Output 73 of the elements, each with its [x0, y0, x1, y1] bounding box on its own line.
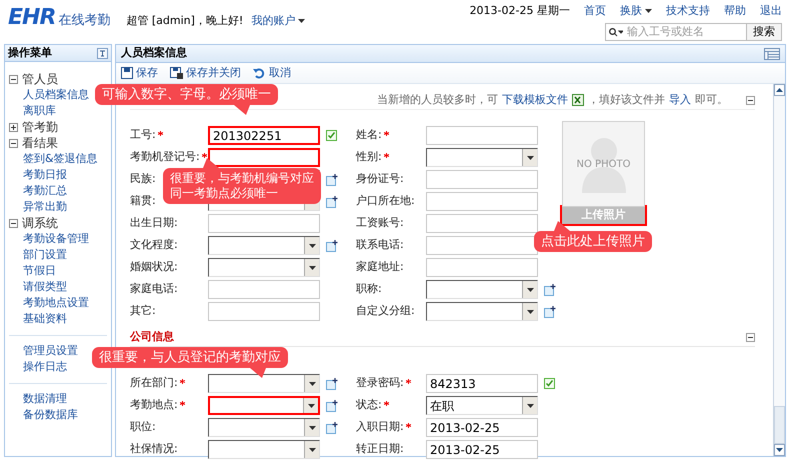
field-label: 职称: [356, 281, 382, 298]
toolbar-button[interactable]: 保存 [121, 64, 158, 82]
callout-tooltip: 点击此处上传照片 [534, 221, 652, 252]
field-label: 性别: [356, 149, 382, 166]
callout-tooltip: 很重要，与人员登记的考勤对应 [92, 347, 288, 378]
field-label: 工号: [130, 127, 156, 144]
menu-item[interactable]: 请假类型 [9, 279, 107, 295]
field-label: 民族: [130, 171, 156, 188]
field-label: 家庭电话: [130, 281, 178, 298]
sidebar-title: 操作菜单 [8, 44, 52, 61]
nav-link[interactable]: 帮助 [724, 2, 746, 20]
callout-tooltip: 可输入数字、字母。必须唯一 [95, 84, 278, 115]
field-label: 婚姻状况: [130, 259, 178, 276]
section-title: 公司信息 [130, 329, 174, 346]
field-label: 职位: [130, 419, 156, 436]
logo-mark: EHR [8, 7, 56, 29]
menu-item[interactable]: 基础资料 [9, 311, 107, 327]
field-label: 户口所在地: [356, 193, 415, 210]
input-field[interactable]: 2013-02-25 [426, 418, 538, 437]
search-button[interactable]: 搜索 [747, 23, 782, 41]
field-label: 考勤地点: [130, 397, 178, 414]
menu-item[interactable]: 节假日 [9, 263, 107, 279]
hint-text: ，填好该文件并 [588, 92, 665, 108]
field-label: 家庭地址: [356, 259, 404, 276]
no-photo-text: NO PHOTO [576, 158, 630, 172]
field-label: 身份证号: [356, 171, 404, 188]
menu-group[interactable]: 管考勤 [22, 118, 58, 136]
menu-item[interactable]: 考勤设备管理 [9, 231, 107, 247]
hint-text: 即可。 [695, 92, 728, 108]
select-field[interactable]: 在职 [426, 396, 538, 415]
field-label: 入职日期: [356, 419, 404, 436]
menu-item[interactable]: 考勤地点设置 [9, 295, 107, 311]
greeting-text: 超管 [admin]，晚上好! [126, 13, 244, 29]
input-field[interactable]: 2013-02-25 [426, 440, 538, 459]
field-label: 籍贯: [130, 193, 156, 210]
menu-group[interactable]: 管人员 [22, 70, 58, 88]
menu-item[interactable]: 签到&签退信息 [9, 151, 107, 167]
field-label: 出生日期: [130, 215, 178, 232]
logo-text: 在线考勤 [58, 13, 110, 29]
menu-group[interactable]: 看结果 [22, 134, 58, 152]
hint-text: 当新增的人员较多时，可 [377, 92, 498, 108]
field-label: 状态: [356, 397, 382, 414]
menu-item[interactable]: 考勤日报 [9, 167, 107, 183]
search-field[interactable]: 输入工号或姓名 [605, 23, 747, 41]
menu-item[interactable]: 部门设置 [9, 247, 107, 263]
nav-link[interactable]: 首页 [584, 2, 606, 20]
menu-item[interactable]: 异常出勤 [9, 199, 107, 215]
menu-item[interactable]: 数据清理 [9, 391, 107, 407]
field-label: 工资账号: [356, 215, 404, 232]
field-label: 转正日期: [356, 441, 404, 458]
input-field[interactable]: 842313 [426, 374, 538, 393]
field-label: 其它: [130, 303, 156, 320]
field-label: 登录密码: [356, 375, 404, 392]
template-link[interactable]: 下载模板文件 [502, 92, 568, 108]
field-label: 所在部门: [130, 375, 178, 392]
toolbar-button[interactable]: 取消 [253, 64, 291, 82]
field-label: 自定义分组: [356, 303, 415, 320]
panel-title: 人员档案信息 [121, 45, 187, 62]
menu-item[interactable]: 备份数据库 [9, 407, 107, 423]
field-label: 姓名: [356, 127, 382, 144]
toolbar-button[interactable]: 保存并关闭 [170, 64, 241, 82]
account-menu[interactable]: 我的账户 [251, 13, 306, 30]
menu-item[interactable]: 考勤汇总 [9, 183, 107, 199]
nav-link[interactable]: 换肤 [620, 2, 652, 20]
input-field[interactable]: 201302251 [208, 126, 320, 145]
field-label: 社保情况: [130, 441, 178, 458]
import-link[interactable]: 导入 [669, 92, 691, 108]
date-text: 2013-02-25 星期一 [470, 2, 570, 19]
nav-link[interactable]: 技术支持 [666, 2, 710, 20]
field-label: 文化程度: [130, 237, 178, 254]
field-label: 联系电话: [356, 237, 404, 254]
menu-group[interactable]: 调系统 [22, 214, 58, 232]
nav-link[interactable]: 退出 [760, 2, 782, 20]
